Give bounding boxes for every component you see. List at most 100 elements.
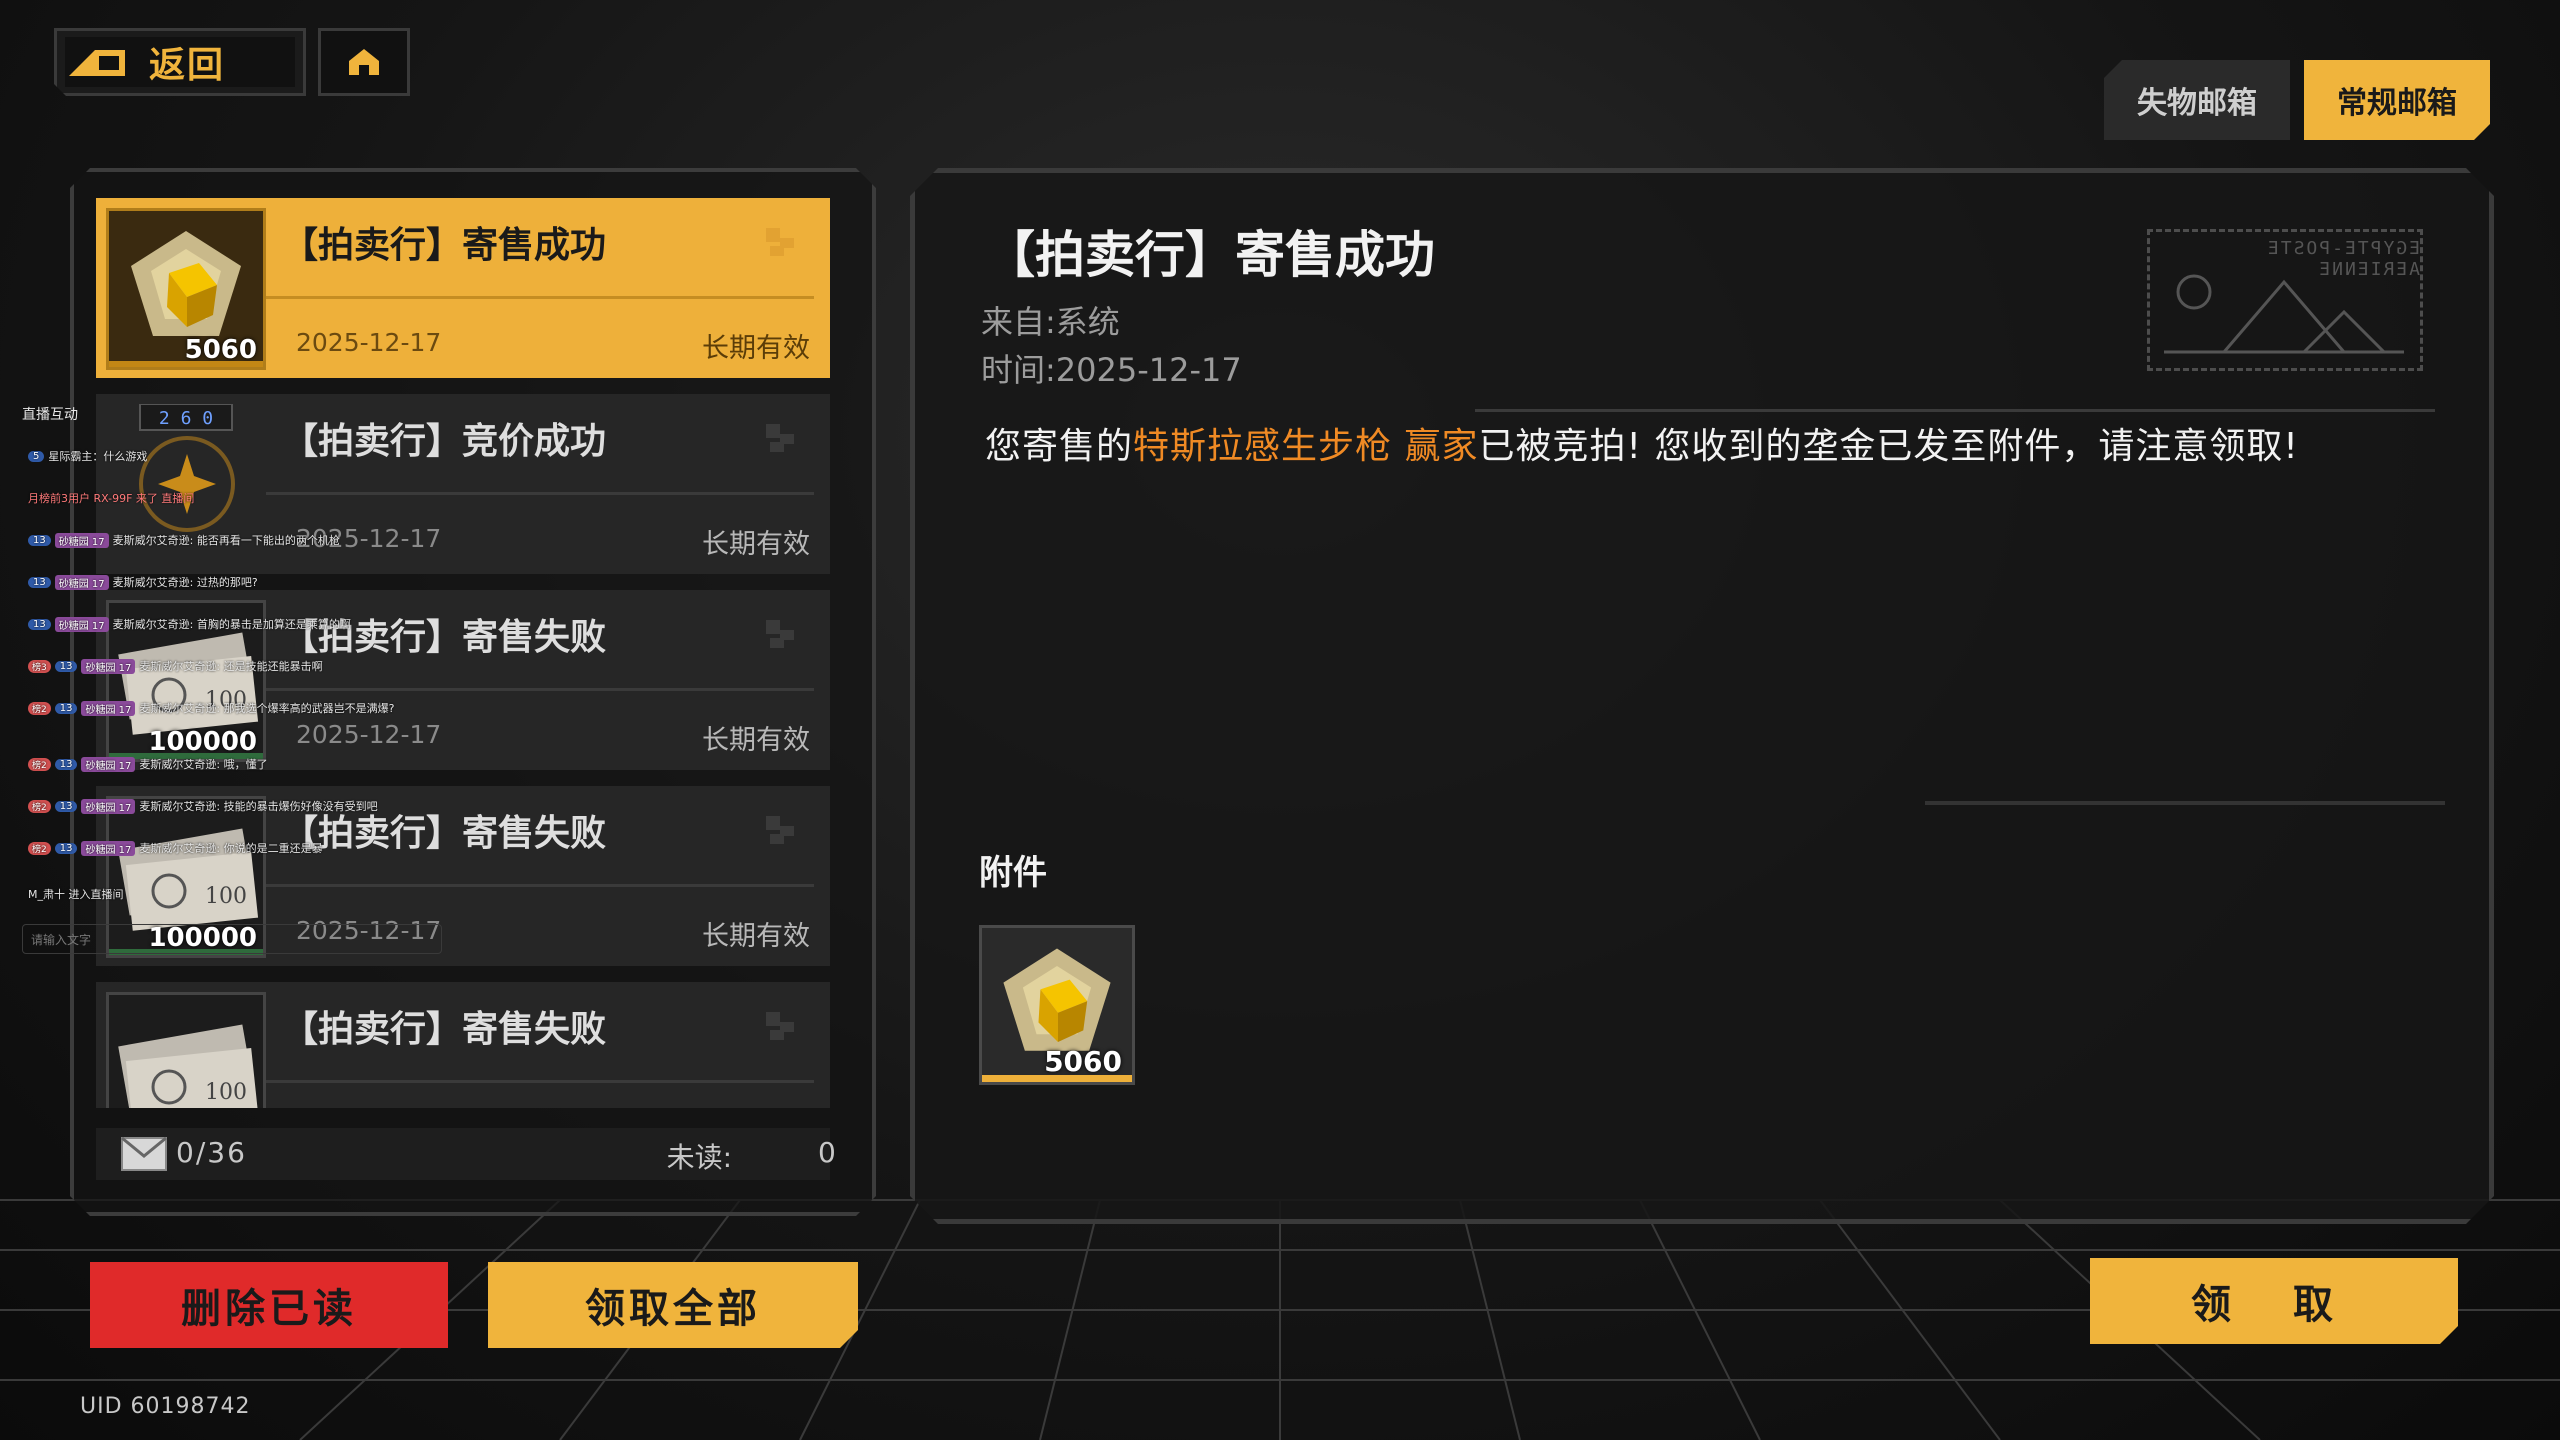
mail-detail-panel: EGYPTE-POSTE AERIENNE 【拍卖行】寄售成功 来自:系统 时间…: [910, 168, 2494, 1224]
mail-item[interactable]: 100 【拍卖行】寄售失败: [96, 982, 830, 1108]
mail-item-validity: 长期有效: [702, 333, 810, 364]
chat-level-badge: 13: [28, 534, 51, 546]
tab-regular-mailbox-label: 常规邮箱: [2337, 86, 2457, 121]
chat-message: 5 星际霸主：什么游戏: [28, 448, 147, 464]
unread-count: 0: [818, 1136, 836, 1169]
claim-label: 领 取: [2191, 1282, 2357, 1328]
chat-text: 麦斯威尔艾奇逊: 能否再看一下能出的两个机枪: [112, 534, 340, 547]
chat-message: M_肃十 进入直播间: [28, 886, 124, 902]
attachment-flag-icon: [760, 418, 800, 458]
mail-item-title: 【拍卖行】寄售失败: [282, 1009, 607, 1050]
mail-item-divider: [266, 1080, 814, 1083]
chat-text: 麦斯威尔艾奇逊: 首胸的暴击是加算还是乘算的啊: [112, 618, 351, 631]
chat-message: 榜2 13 砂糖园 17 麦斯威尔艾奇逊: 哦，懂了: [28, 756, 268, 772]
mail-item-thumbnail: 100: [106, 992, 266, 1108]
mail-item-title: 【拍卖行】竞价成功: [282, 421, 607, 462]
chat-message: 榜2 13 砂糖园 17 麦斯威尔艾奇逊: 你说的是二重还是暴: [28, 840, 323, 856]
mail-item-date: 2025-12-17: [296, 328, 442, 357]
mail-detail-time: 时间:2025-12-17: [981, 345, 1242, 391]
home-button[interactable]: [318, 28, 410, 96]
chat-message: 榜3 13 砂糖园 17 麦斯威尔艾奇逊: 还是技能还能暴击啊: [28, 658, 323, 674]
mail-detail-body: 您寄售的特斯拉感生步枪 赢家已被竞拍! 您收到的垄金已发至附件，请注意领取!: [985, 417, 2299, 469]
mail-item-date: 2025-12-17: [296, 720, 442, 749]
mail-count: 0/36: [176, 1136, 247, 1169]
chat-fan-badge: 砂糖园 17: [81, 658, 136, 674]
delete-read-button[interactable]: 删除已读: [90, 1262, 448, 1348]
chat-role-badge: 榜2: [28, 701, 51, 715]
delete-read-label: 删除已读: [181, 1286, 357, 1332]
postage-stamp-icon: EGYPTE-POSTE AERIENNE: [2147, 229, 2423, 371]
tab-regular-mailbox[interactable]: 常规邮箱: [2304, 60, 2490, 140]
chat-level-badge: 13: [54, 702, 78, 714]
chat-level-badge: 5: [28, 450, 45, 462]
chat-fan-badge: 砂糖园 17: [81, 756, 136, 772]
attachment-item[interactable]: 5060: [979, 925, 1135, 1085]
mail-detail-sender: 来自:系统: [981, 303, 1120, 341]
unread-label: 未读:: [666, 1141, 732, 1174]
chat-text: 麦斯威尔艾奇逊: 还是技能还能暴击啊: [139, 660, 323, 673]
body-prefix: 您寄售的: [985, 426, 1134, 467]
user-uid: UID 60198742: [80, 1394, 251, 1419]
claim-all-button[interactable]: 领取全部: [488, 1262, 858, 1348]
detail-divider-lower: [1925, 801, 2445, 805]
body-highlight-item: 特斯拉感生步枪 赢家: [1133, 426, 1479, 467]
detail-divider: [1475, 409, 2435, 412]
attachment-label: 附件: [979, 853, 1047, 893]
chat-text: 麦斯威尔艾奇逊: 你说的是二重还是暴: [139, 842, 323, 855]
chat-text: 麦斯威尔艾奇逊: 那我选个爆率高的武器岂不是满爆?: [139, 702, 395, 715]
chat-role-badge: 榜2: [28, 841, 51, 855]
chat-message: 13 砂糖园 17 麦斯威尔艾奇逊: 首胸的暴击是加算还是乘算的啊: [28, 616, 351, 632]
mail-item-validity: 长期有效: [702, 529, 810, 560]
chat-level-badge: 13: [54, 660, 78, 672]
back-arrow-icon: [65, 42, 135, 82]
svg-text:2 6 0: 2 6 0: [159, 408, 213, 429]
chat-text: 月榜前3用户 RX-99F 来了 直播间: [28, 492, 195, 505]
mail-item-validity: 长期有效: [702, 725, 810, 756]
chat-role-badge: 榜2: [28, 799, 51, 813]
back-button[interactable]: 返回: [54, 28, 306, 96]
mail-list-footer: 0/36 未读: 0: [96, 1128, 830, 1180]
envelope-icon: [120, 1136, 168, 1172]
chat-level-badge: 13: [54, 842, 78, 854]
chat-fan-badge: 砂糖园 17: [54, 574, 109, 590]
tab-lost-mailbox-label: 失物邮箱: [2137, 86, 2257, 121]
attachment-flag-icon: [760, 810, 800, 850]
mail-item-divider: [266, 492, 814, 495]
mail-item-validity: 长期有效: [702, 921, 810, 952]
claim-all-label: 领取全部: [585, 1286, 761, 1332]
chat-message: 榜2 13 砂糖园 17 麦斯威尔艾奇逊: 技能的暴击爆伤好像没有受到吧: [28, 798, 378, 814]
svg-text:100: 100: [205, 884, 247, 909]
chat-text: 麦斯威尔艾奇逊: 技能的暴击爆伤好像没有受到吧: [139, 800, 378, 813]
home-icon: [349, 49, 379, 75]
mail-list-panel: 5060 【拍卖行】寄售成功 2025-12-17 长期有效 【拍卖行】竞价成功…: [70, 168, 876, 1216]
claim-button[interactable]: 领 取: [2090, 1258, 2458, 1344]
chat-role-badge: 榜2: [28, 757, 51, 771]
attachment-flag-icon: [760, 1006, 800, 1046]
body-suffix: 已被竞拍! 您收到的垄金已发至附件，请注意领取!: [1478, 426, 2299, 467]
tab-lost-mailbox[interactable]: 失物邮箱: [2104, 60, 2290, 140]
svg-text:100: 100: [205, 1080, 247, 1105]
chat-level-badge: 13: [54, 800, 78, 812]
chat-text: 星际霸主：什么游戏: [48, 450, 148, 463]
chat-fan-badge: 砂糖园 17: [81, 700, 136, 716]
chat-fan-badge: 砂糖园 17: [81, 798, 136, 814]
attachment-flag-icon: [760, 614, 800, 654]
mail-item-title: 【拍卖行】寄售成功: [282, 225, 607, 266]
thumb-rarity-bar: [109, 361, 263, 367]
attachment-flag-icon: [760, 222, 800, 262]
mail-detail-time-value: 2025-12-17: [1055, 351, 1242, 389]
chat-level-badge: 13: [28, 618, 51, 630]
chat-message: 13 砂糖园 17 麦斯威尔艾奇逊: 能否再看一下能出的两个机枪: [28, 532, 340, 548]
mail-item[interactable]: 5060 【拍卖行】寄售成功 2025-12-17 长期有效: [96, 198, 830, 378]
mail-detail-time-label: 时间:: [981, 351, 1056, 389]
chat-fan-badge: 砂糖园 17: [81, 840, 136, 856]
chat-text: M_肃十 进入直播间: [28, 888, 124, 901]
chat-role-badge: 榜3: [28, 659, 51, 673]
chat-message: 月榜前3用户 RX-99F 来了 直播间: [28, 490, 194, 506]
banknote-icon: 100: [109, 995, 263, 1108]
chat-title: 直播互动: [22, 407, 78, 423]
chat-input[interactable]: 请输入文字: [22, 924, 442, 954]
mail-item-divider: [266, 688, 814, 691]
chat-fan-badge: 砂糖园 17: [54, 532, 109, 548]
mail-item-thumbnail: 5060: [106, 208, 266, 370]
